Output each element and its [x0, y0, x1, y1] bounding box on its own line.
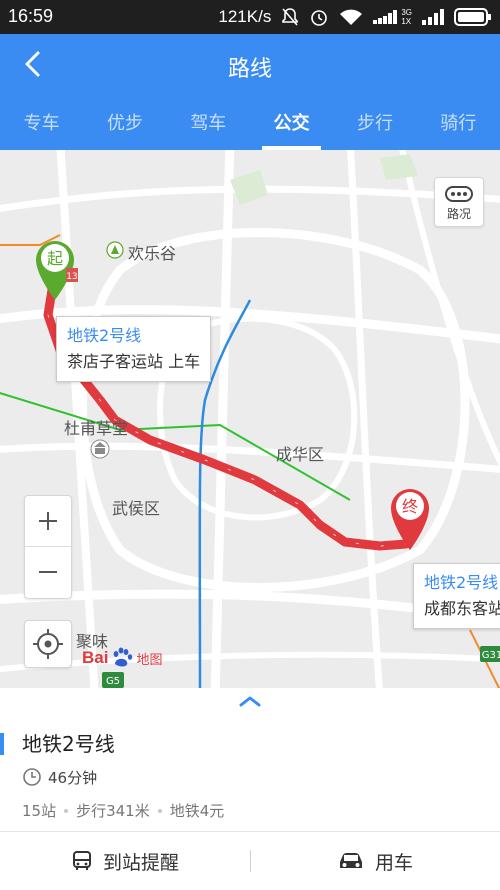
car-icon [339, 853, 362, 868]
duration-value: 46分钟 [48, 768, 98, 787]
place-chenghua: 成华区 [276, 445, 325, 464]
svg-text:G31: G31 [482, 650, 500, 661]
end-callout[interactable]: 地铁2号线 成都东客站 下车 [413, 563, 500, 629]
tab-transit[interactable]: 公交 [250, 104, 333, 150]
road-sign-g5: G5 [102, 672, 124, 688]
mode-tabs: 专车 优步 驾车 公交 步行 骑行 [0, 104, 500, 150]
locate-button[interactable] [24, 620, 72, 668]
zoom-out-button[interactable] [25, 547, 71, 597]
clock-icon [23, 768, 41, 786]
action-footer: 到站提醒 用车 [0, 831, 500, 890]
end-callout-stop: 成都东客站 下车 [424, 599, 500, 618]
status-icons: 121K/s 3G 1X [218, 5, 492, 29]
zoom-control [24, 495, 72, 599]
page-title: 路线 [227, 57, 272, 82]
end-marker-text: 终 [402, 497, 418, 516]
mute-icon [282, 8, 299, 26]
tab-special-car[interactable]: 专车 [0, 104, 83, 150]
baidu-logo-text: Bai [82, 648, 109, 667]
bus-icon [72, 851, 91, 870]
meta-separator [64, 808, 69, 813]
place-wuhou: 武侯区 [112, 499, 161, 518]
start-marker-text: 起 [47, 249, 63, 268]
road-sign-g31: G31 [480, 646, 500, 662]
svg-text:13: 13 [66, 272, 77, 282]
line-accent-bar [0, 733, 4, 755]
signal-icon [422, 9, 444, 25]
route-header: 路线 专车 优步 驾车 公交 步行 骑行 [0, 34, 500, 150]
baidu-logo: Bai 地图 [82, 646, 162, 670]
start-callout[interactable]: 地铁2号线 茶店子客运站 上车 [56, 316, 212, 382]
wifi-icon [340, 9, 363, 25]
fare: 地铁4元 [169, 802, 225, 820]
tab-uber[interactable]: 优步 [83, 104, 166, 150]
status-bar: 16:59 121K/s 3G 1X [0, 0, 500, 34]
paw-icon [114, 647, 133, 667]
use-car-label: 用车 [374, 851, 413, 874]
net-label-top: 3G [401, 8, 412, 17]
walk-distance: 步行341米 [76, 802, 150, 820]
arrival-reminder-label: 到站提醒 [102, 851, 179, 874]
end-callout-line: 地铁2号线 [424, 573, 499, 592]
zoom-in-button[interactable] [25, 496, 71, 547]
route-sheet[interactable]: 地铁2号线 46分钟 15站 步行341米 地铁4元 [0, 688, 500, 831]
place-huanlegu: 欢乐谷 [128, 244, 177, 263]
locate-icon [33, 629, 63, 659]
tab-bike[interactable]: 骑行 [417, 104, 500, 150]
net-label-bottom: 1X [401, 17, 412, 26]
museum-icon [90, 439, 110, 459]
status-time: 16:59 [8, 6, 54, 26]
cellular-3g-icon: 3G 1X [373, 8, 412, 26]
line-title: 地铁2号线 [22, 732, 115, 756]
footer-divider [250, 850, 251, 872]
arrival-reminder-button[interactable]: 到站提醒 [0, 832, 250, 890]
alarm-icon [311, 10, 328, 26]
minus-icon [39, 571, 57, 573]
plus-icon [39, 512, 57, 530]
battery-icon [454, 8, 491, 26]
park-icon [106, 241, 124, 259]
start-callout-stop: 茶店子客运站 上车 [67, 352, 201, 371]
svg-text:G5: G5 [106, 676, 120, 687]
chevron-up-icon[interactable] [238, 694, 262, 708]
traffic-button[interactable]: 路况 [434, 177, 484, 227]
map-view[interactable]: 起 终 G5 G31 13 欢乐谷 杜甫草堂 成华区 武侯区 聚味 地铁2号线 … [0, 150, 500, 688]
tab-drive[interactable]: 驾车 [167, 104, 250, 150]
baidu-logo-map: 地图 [136, 652, 163, 668]
traffic-icon [445, 186, 473, 202]
meta-separator [157, 808, 162, 813]
road-sign-13: 13 [66, 268, 78, 282]
tab-walk[interactable]: 步行 [333, 104, 416, 150]
duration-row: 46分钟 [22, 766, 97, 788]
network-speed: 121K/s [218, 7, 272, 26]
start-callout-line: 地铁2号线 [67, 326, 142, 345]
place-dufu-caotang: 杜甫草堂 [64, 419, 129, 438]
station-count: 15站 [22, 802, 57, 820]
route-meta: 15站 步行341米 地铁4元 [22, 800, 224, 821]
use-car-button[interactable]: 用车 [250, 832, 500, 890]
traffic-label: 路况 [446, 207, 471, 221]
